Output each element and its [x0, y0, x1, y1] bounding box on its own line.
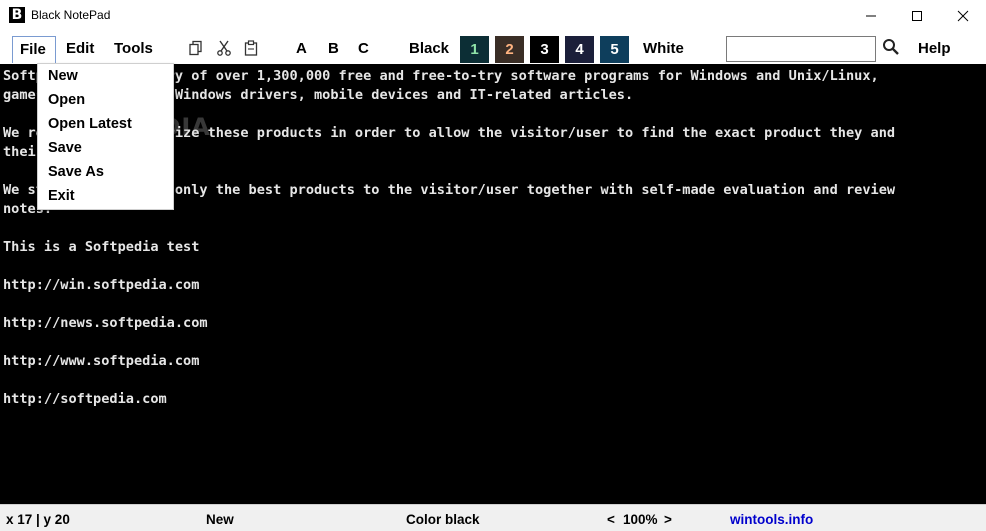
theme-5-button[interactable]: 5: [600, 36, 629, 63]
theme-2-button[interactable]: 2: [495, 36, 524, 63]
document-state: New: [206, 512, 234, 527]
file-menu-exit[interactable]: Exit: [48, 184, 168, 208]
zoom-level: 100%: [623, 512, 658, 527]
zoom-out-button[interactable]: <: [607, 512, 615, 527]
editor-line: http://www.softpedia.com: [3, 353, 200, 369]
font-b-button[interactable]: B: [328, 40, 339, 57]
zoom-in-button[interactable]: >: [664, 512, 672, 527]
font-c-button[interactable]: C: [358, 40, 369, 57]
color-status: Color black: [406, 512, 480, 527]
copy-icon: [189, 40, 202, 56]
theme-black-button[interactable]: Black: [409, 40, 449, 57]
window-title: Black NotePad: [31, 8, 111, 22]
app-icon: B: [9, 7, 25, 23]
paste-button[interactable]: [242, 39, 260, 57]
close-icon: [957, 10, 969, 21]
copy-button[interactable]: [187, 39, 205, 57]
minimize-button[interactable]: [848, 0, 894, 31]
theme-1-button[interactable]: 1: [460, 36, 489, 63]
theme-white-button[interactable]: White: [643, 40, 684, 57]
close-button[interactable]: [940, 0, 986, 31]
theme-4-button[interactable]: 4: [565, 36, 594, 63]
font-a-button[interactable]: A: [296, 40, 307, 57]
file-menu-open-latest[interactable]: Open Latest: [48, 112, 168, 136]
file-menu-save-as[interactable]: Save As: [48, 160, 168, 184]
menu-toolbar: File Edit Tools A B C Black 1 2 3 4 5 Wh…: [0, 31, 986, 64]
cursor-position: x 17 | y 20: [6, 512, 70, 527]
menu-tools[interactable]: Tools: [107, 36, 160, 63]
cut-icon: [217, 40, 231, 56]
help-button[interactable]: Help: [918, 40, 951, 57]
search-icon: [883, 39, 899, 55]
file-menu-open[interactable]: Open: [48, 88, 168, 112]
paste-icon: [244, 40, 258, 56]
editor-line: http://softpedia.com: [3, 391, 167, 407]
title-bar: B Black NotePad: [0, 0, 986, 31]
editor-line: This is a Softpedia test: [3, 239, 200, 255]
status-bar: x 17 | y 20 New Color black < 100% > win…: [0, 504, 986, 531]
editor-line: http://news.softpedia.com: [3, 315, 208, 331]
maximize-button[interactable]: [894, 0, 940, 31]
menu-edit[interactable]: Edit: [59, 36, 101, 63]
search-input[interactable]: [726, 36, 876, 62]
site-link[interactable]: wintools.info: [730, 512, 813, 527]
maximize-icon: [912, 10, 922, 21]
file-menu-save[interactable]: Save: [48, 136, 168, 160]
menu-file[interactable]: File: [12, 36, 56, 63]
cut-button[interactable]: [215, 39, 233, 57]
minimize-icon: [866, 15, 876, 16]
theme-3-button[interactable]: 3: [530, 36, 559, 63]
editor-line: http://win.softpedia.com: [3, 277, 200, 293]
search-button[interactable]: [882, 38, 902, 58]
file-menu-new[interactable]: New: [48, 64, 168, 88]
file-menu-dropdown: New Open Open Latest Save Save As Exit: [37, 63, 174, 210]
